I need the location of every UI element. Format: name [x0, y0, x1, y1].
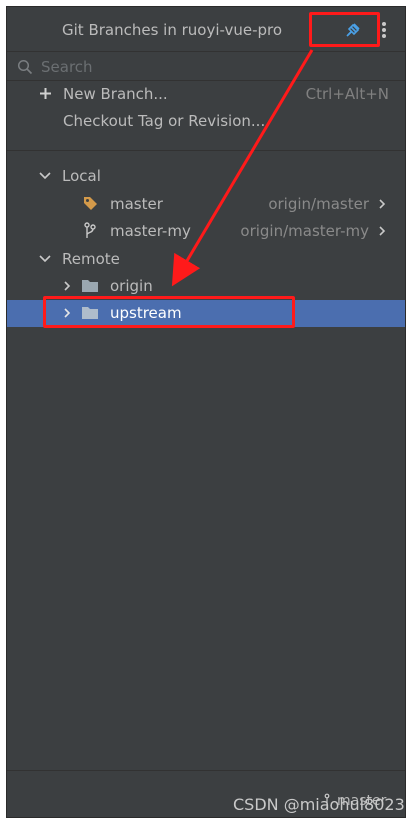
git-branches-popup: Git Branches in ruoyi-vue-pro New Branch…	[6, 6, 406, 818]
remote-group-label: Remote	[62, 250, 120, 268]
chevron-down-icon[interactable]	[39, 254, 51, 264]
checkout-tag-label: Checkout Tag or Revision...	[63, 112, 266, 130]
pin-highlight-box	[309, 12, 380, 47]
search-icon	[17, 59, 33, 75]
chevron-right-icon[interactable]	[377, 199, 387, 209]
branch-name: master	[110, 195, 163, 213]
more-options-icon[interactable]	[381, 21, 387, 39]
section-divider	[7, 150, 405, 151]
upstream-highlight-box	[43, 296, 295, 328]
chevron-right-icon[interactable]	[62, 281, 72, 291]
checkout-tag-action[interactable]: Checkout Tag or Revision...	[7, 108, 405, 135]
watermark: CSDN @miaohui8023	[233, 795, 405, 814]
plus-icon	[40, 88, 51, 99]
folder-name: origin	[110, 277, 153, 295]
new-branch-action[interactable]: New Branch... Ctrl+Alt+N	[7, 81, 405, 108]
tag-icon	[84, 197, 97, 210]
new-branch-shortcut: Ctrl+Alt+N	[305, 85, 389, 103]
new-branch-label: New Branch...	[63, 85, 168, 103]
local-group[interactable]: Local	[7, 163, 405, 190]
local-group-label: Local	[62, 167, 101, 185]
folder-icon	[82, 280, 98, 292]
search-input[interactable]	[41, 57, 381, 77]
branch-icon	[84, 222, 96, 238]
branch-row-master-my[interactable]: master-my origin/master-my	[7, 218, 405, 245]
branch-row-master[interactable]: master origin/master	[7, 191, 405, 218]
search-bar	[7, 51, 405, 81]
tracking-branch: origin/master	[268, 195, 369, 213]
tracking-branch: origin/master-my	[240, 222, 369, 240]
remote-group[interactable]: Remote	[7, 246, 405, 273]
branch-name: master-my	[110, 222, 191, 240]
chevron-down-icon[interactable]	[39, 171, 51, 181]
chevron-right-icon[interactable]	[377, 226, 387, 236]
popup-title: Git Branches in ruoyi-vue-pro	[62, 21, 283, 39]
